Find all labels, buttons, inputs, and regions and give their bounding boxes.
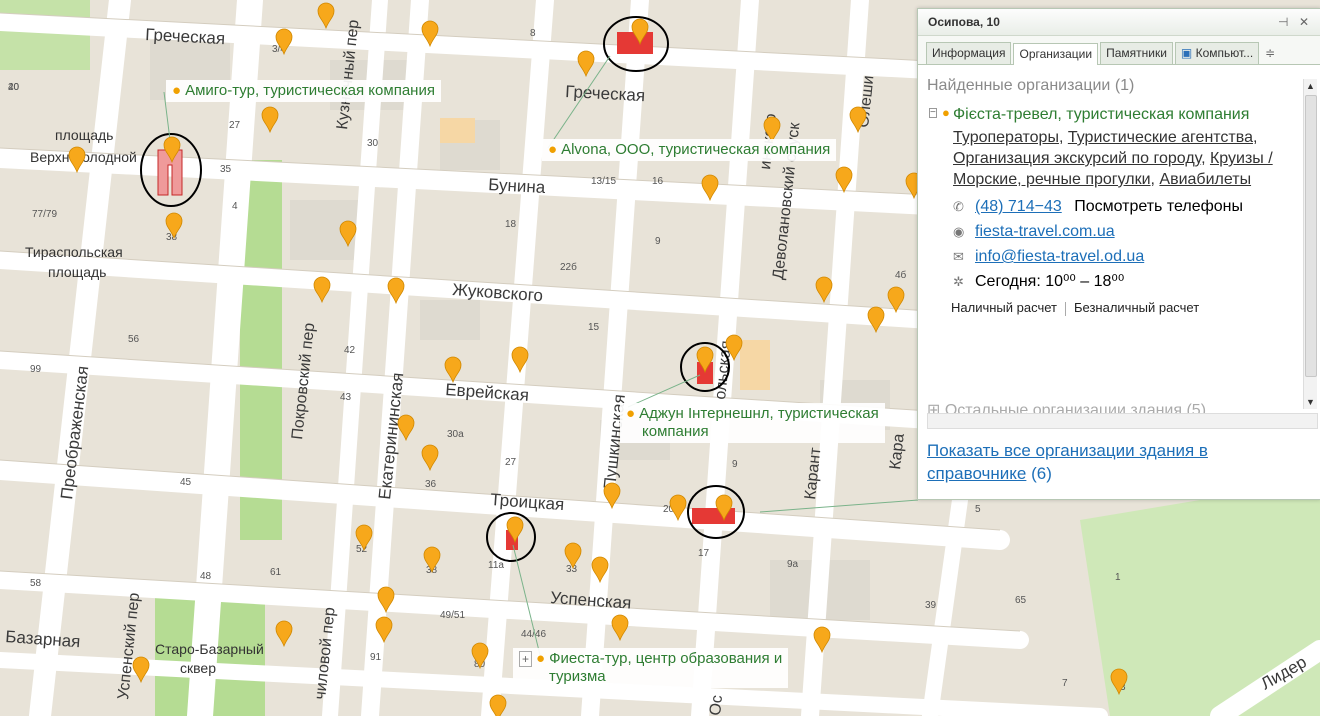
house-number: 30 xyxy=(367,138,379,149)
callout-alvona[interactable]: ● Alvona, ООО, туристическая компания xyxy=(542,139,837,161)
building-info-panel: Осипова, 10 ⊣ ✕ Информация Организации П… xyxy=(917,8,1320,500)
house-number: 15 xyxy=(588,322,600,333)
org-categories: Туроператоры, Туристические агентства, О… xyxy=(953,129,1273,188)
payment-methods: Наличный расчет Безналичный расчет xyxy=(951,300,1310,316)
house-number: 30а xyxy=(447,429,464,440)
tabs-menu-icon[interactable]: ≑ xyxy=(1265,42,1275,64)
pin-window-icon[interactable]: ⊣ xyxy=(1278,9,1288,35)
house-number: 4б xyxy=(895,269,907,281)
house-number: 36 xyxy=(425,479,437,490)
panel-titlebar: Осипова, 10 ⊣ ✕ xyxy=(918,9,1320,36)
panel-tabs: Информация Организации Памятники ▣ Компь… xyxy=(918,36,1320,65)
scroll-up-icon[interactable]: ▲ xyxy=(1304,79,1317,93)
house-number: 56 xyxy=(128,334,140,345)
clock-icon: ✲ xyxy=(953,274,964,289)
callout-fiesta-tour[interactable]: + ● Фиеста-тур, центр образования и туризма xyxy=(513,648,789,688)
callout-adzhun[interactable]: ● Аджун Інтернешнл, туристическая компания xyxy=(620,403,885,443)
hours-text: Сегодня: 10⁰⁰ – 18⁰⁰ xyxy=(975,273,1125,290)
hours-row: ✲ Сегодня: 10⁰⁰ – 18⁰⁰ xyxy=(953,271,1310,292)
payment-card: Безналичный расчет xyxy=(1073,300,1200,315)
email-link[interactable]: info@fiesta-travel.od.ua xyxy=(975,248,1144,265)
house-number: 42 xyxy=(344,345,356,356)
house-number: 35 xyxy=(220,164,232,175)
house-number: 91 xyxy=(370,652,382,663)
house-number: 7 xyxy=(1062,678,1068,689)
phone-link[interactable]: (48) 714−43 xyxy=(975,198,1062,215)
house-number: 39 xyxy=(925,600,937,611)
vertical-scrollbar[interactable]: ▲ ▼ xyxy=(1303,79,1317,409)
scroll-thumb[interactable] xyxy=(1305,95,1317,377)
category-link[interactable]: Авиабилеты xyxy=(1159,171,1251,188)
tab-info[interactable]: Информация xyxy=(926,42,1012,64)
house-number: 27 xyxy=(229,120,241,131)
payment-cash: Наличный расчет xyxy=(951,300,1057,315)
website-row: ◉ fiesta-travel.com.ua xyxy=(953,221,1310,242)
category-link[interactable]: Организация экскурсий по городу xyxy=(953,150,1201,167)
org-entry: − ● Фієста-тревел, туристическая компани… xyxy=(927,104,1310,125)
show-phones-link[interactable]: Посмотреть телефоны xyxy=(1074,198,1243,215)
expand-icon[interactable]: + xyxy=(519,651,533,667)
house-number: 9а xyxy=(787,559,799,570)
house-number: 9 xyxy=(655,236,661,247)
house-number: 65 xyxy=(1015,595,1027,606)
house-number: 43 xyxy=(340,392,352,403)
house-number: 48 xyxy=(200,571,212,582)
house-number: 1 xyxy=(1115,572,1121,583)
place-label-starobazarny-2: сквер xyxy=(180,660,216,676)
place-label-tiraspol-2: площадь xyxy=(48,264,106,280)
panel-content: Найденные организации (1) − ● Фієста-тре… xyxy=(918,75,1310,411)
computer-icon: ▣ xyxy=(1180,46,1193,60)
house-number: 17 xyxy=(698,548,710,559)
tab-computers[interactable]: ▣ Компьют... xyxy=(1174,42,1260,64)
house-number: 18 xyxy=(505,219,517,230)
house-number: 13/15 xyxy=(591,176,616,187)
pin-icon: ● xyxy=(172,82,182,99)
panel-title: Осипова, 10 xyxy=(928,15,1000,29)
category-link[interactable]: Туристические агентства xyxy=(1068,129,1253,146)
mail-icon: ✉ xyxy=(953,249,964,264)
show-all-orgs: Показать все организации здания в справо… xyxy=(927,439,1307,485)
email-row: ✉ info@fiesta-travel.od.ua xyxy=(953,246,1310,267)
house-number: 11а xyxy=(488,560,504,571)
house-number: 99 xyxy=(30,364,42,375)
website-link[interactable]: fiesta-travel.com.ua xyxy=(975,223,1115,240)
show-all-link[interactable]: Показать все организации здания в справо… xyxy=(927,441,1208,483)
pin-icon: ● xyxy=(548,141,558,158)
house-number: 20 xyxy=(8,82,20,93)
close-icon[interactable]: ✕ xyxy=(1299,9,1309,35)
pin-icon: ● xyxy=(626,405,636,422)
place-label-line1: площадь xyxy=(55,127,113,143)
tab-monuments[interactable]: Памятники xyxy=(1100,42,1173,64)
tab-organizations[interactable]: Организации xyxy=(1013,43,1099,65)
pin-icon: ● xyxy=(942,105,950,120)
house-number: 8 xyxy=(530,28,536,39)
pin-icon: ● xyxy=(536,650,546,667)
street-os: Ос xyxy=(707,694,726,716)
house-number: 77/79 xyxy=(32,209,57,220)
house-number: 58 xyxy=(30,578,42,589)
house-number: 49/51 xyxy=(440,610,465,621)
house-number: 16 xyxy=(652,176,664,187)
place-label-tiraspol-1: Тираспольская xyxy=(25,244,123,260)
house-number: 45 xyxy=(180,477,192,488)
phone-row: ✆ (48) 714−43 Посмотреть телефоны xyxy=(953,196,1310,217)
house-number: 4 xyxy=(232,201,238,212)
org-name[interactable]: Фієста-тревел, туристическая компания xyxy=(953,104,1310,125)
house-number: 61 xyxy=(270,567,282,578)
scroll-down-icon[interactable]: ▼ xyxy=(1304,395,1317,409)
horizontal-scrollbar[interactable] xyxy=(927,413,1318,429)
collapse-icon[interactable]: − xyxy=(929,108,937,118)
house-number: 22б xyxy=(560,261,577,273)
place-label-starobazarny-1: Старо-Базарный xyxy=(155,641,264,657)
street-bunina: Бунина xyxy=(488,175,546,197)
house-number: 9 xyxy=(732,459,738,470)
house-number: 27 xyxy=(505,457,517,468)
show-all-count: (6) xyxy=(1031,464,1052,483)
globe-icon: ◉ xyxy=(953,224,965,239)
phone-icon: ✆ xyxy=(953,199,964,214)
house-number: 5 xyxy=(975,504,981,515)
found-orgs-heading: Найденные организации (1) xyxy=(927,77,1135,94)
callout-amigo-tour[interactable]: ● Амиго-тур, туристическая компания xyxy=(166,80,441,102)
category-link[interactable]: Туроператоры xyxy=(953,129,1059,146)
